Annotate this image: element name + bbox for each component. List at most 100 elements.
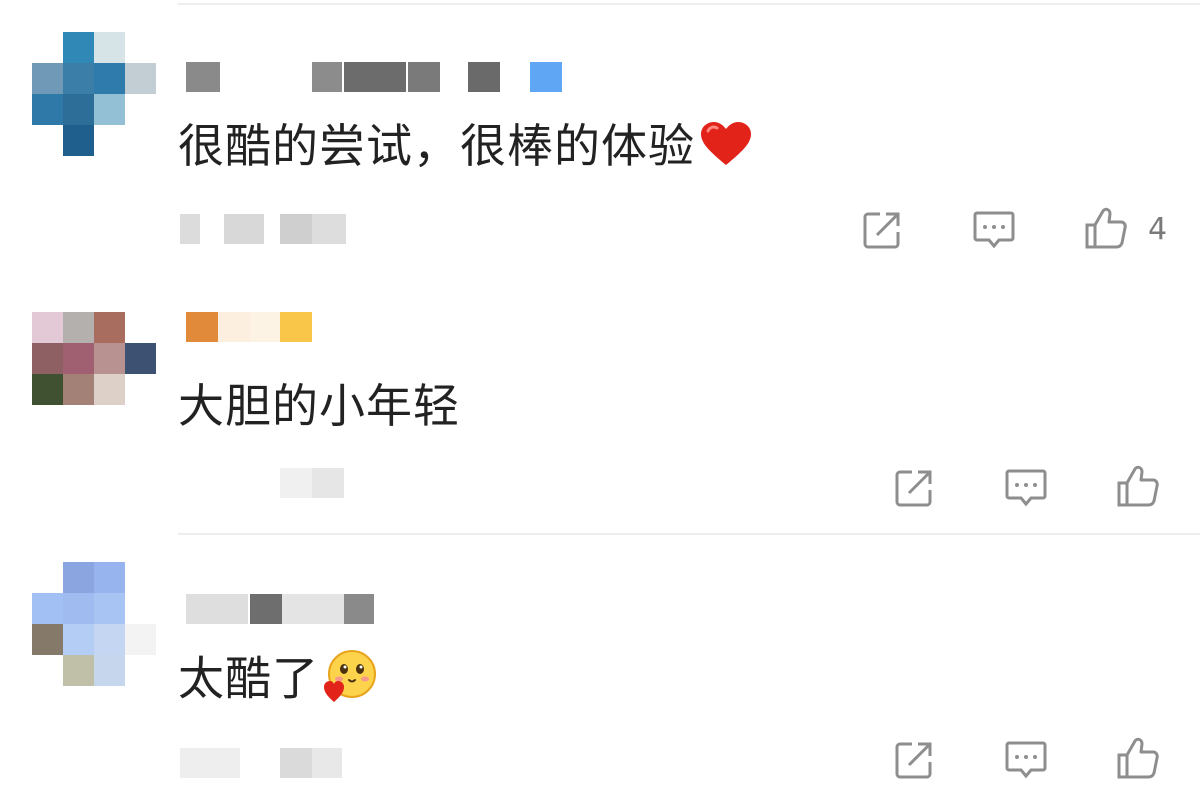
reply-button[interactable] bbox=[1002, 464, 1050, 512]
avatar-pixel bbox=[63, 94, 94, 125]
avatar-pixel bbox=[63, 562, 94, 593]
thumbs-up-icon bbox=[1085, 207, 1127, 249]
username-mosaic-block bbox=[530, 62, 562, 92]
avatar-pixel bbox=[32, 312, 63, 343]
reply-icon bbox=[1005, 741, 1047, 779]
avatar-pixel bbox=[32, 624, 63, 655]
username-mosaic-block bbox=[282, 594, 344, 624]
avatar-pixel bbox=[125, 312, 156, 343]
comment-divider bbox=[178, 533, 1200, 535]
avatar-pixel bbox=[94, 32, 125, 63]
avatar-pixel bbox=[32, 125, 63, 156]
username-mosaic-block bbox=[408, 62, 440, 92]
avatar-pixel bbox=[63, 374, 94, 405]
avatar[interactable] bbox=[32, 312, 156, 436]
blushing-face-emoji bbox=[323, 648, 379, 716]
timestamp-mosaic-block bbox=[280, 748, 312, 778]
username[interactable] bbox=[186, 312, 346, 342]
timestamp-mosaic-block bbox=[280, 468, 312, 498]
avatar-pixel bbox=[125, 624, 156, 655]
avatar-pixel bbox=[125, 562, 156, 593]
avatar-pixel bbox=[94, 63, 125, 94]
timestamp-mosaic-block bbox=[312, 468, 344, 498]
avatar-pixel bbox=[32, 562, 63, 593]
timestamp-mosaic-block bbox=[224, 214, 264, 244]
avatar-pixel bbox=[125, 655, 156, 686]
comment-text: 大胆的小年轻 bbox=[178, 378, 460, 434]
timestamp bbox=[180, 214, 360, 244]
timestamp bbox=[180, 748, 360, 778]
share-icon bbox=[863, 212, 900, 249]
avatar-pixel bbox=[63, 405, 94, 436]
username-mosaic-block bbox=[468, 62, 500, 92]
avatar-pixel bbox=[125, 593, 156, 624]
avatar-pixel bbox=[94, 655, 125, 686]
timestamp-mosaic-block bbox=[312, 748, 342, 778]
avatar-pixel bbox=[63, 624, 94, 655]
avatar-pixel bbox=[125, 343, 156, 374]
avatar-pixel bbox=[125, 374, 156, 405]
avatar-pixel bbox=[32, 343, 63, 374]
avatar[interactable] bbox=[32, 562, 156, 686]
avatar-pixel bbox=[32, 655, 63, 686]
timestamp bbox=[180, 468, 350, 498]
avatar-pixel bbox=[125, 94, 156, 125]
avatar-pixel bbox=[32, 593, 63, 624]
avatar-pixel bbox=[125, 405, 156, 436]
avatar-pixel bbox=[94, 343, 125, 374]
avatar-pixel bbox=[63, 32, 94, 63]
avatar-pixel bbox=[94, 312, 125, 343]
avatar-pixel bbox=[63, 312, 94, 343]
avatar-pixel bbox=[125, 63, 156, 94]
reply-icon bbox=[1005, 469, 1047, 507]
like-button[interactable] bbox=[1114, 734, 1162, 782]
avatar-pixel bbox=[94, 405, 125, 436]
avatar-pixel bbox=[32, 32, 63, 63]
thumbs-up-icon bbox=[1117, 465, 1159, 507]
comment-text-content: 太酷了 bbox=[178, 651, 319, 706]
share-button[interactable] bbox=[890, 736, 938, 784]
username-mosaic-block bbox=[280, 312, 312, 342]
timestamp-mosaic-block bbox=[280, 214, 312, 244]
username-mosaic-block bbox=[218, 312, 250, 342]
comment-text: 很酷的尝试，很棒的体验 bbox=[178, 118, 753, 179]
comment-item: 大胆的小年轻 bbox=[0, 270, 1200, 536]
avatar-pixel bbox=[94, 593, 125, 624]
comment-text: 太酷了 bbox=[178, 648, 379, 716]
avatar-pixel bbox=[94, 562, 125, 593]
comment-item: 很酷的尝试，很棒的体验 4 bbox=[0, 0, 1200, 270]
like-button[interactable] bbox=[1114, 462, 1162, 510]
heart-emoji bbox=[699, 121, 753, 179]
share-icon bbox=[895, 470, 932, 507]
avatar-pixel bbox=[94, 624, 125, 655]
share-button[interactable] bbox=[858, 206, 906, 254]
like-button[interactable] bbox=[1082, 204, 1130, 252]
username-mosaic-block bbox=[186, 594, 248, 624]
reply-icon bbox=[973, 211, 1015, 249]
avatar-pixel bbox=[32, 405, 63, 436]
timestamp-mosaic-block bbox=[312, 214, 346, 244]
comment-item: 太酷了 bbox=[0, 536, 1200, 801]
thumbs-up-icon bbox=[1117, 737, 1159, 779]
username[interactable] bbox=[186, 594, 386, 624]
avatar-pixel bbox=[63, 125, 94, 156]
username-mosaic-block bbox=[344, 594, 374, 624]
comment-text-content: 大胆的小年轻 bbox=[178, 379, 460, 433]
avatar[interactable] bbox=[32, 32, 156, 156]
timestamp-mosaic-block bbox=[180, 748, 240, 778]
comment-text-content: 很酷的尝试，很棒的体验 bbox=[178, 119, 695, 173]
avatar-pixel bbox=[125, 125, 156, 156]
avatar-pixel bbox=[63, 655, 94, 686]
share-button[interactable] bbox=[890, 464, 938, 512]
reply-button[interactable] bbox=[970, 206, 1018, 254]
avatar-pixel bbox=[32, 63, 63, 94]
avatar-pixel bbox=[63, 63, 94, 94]
avatar-pixel bbox=[94, 94, 125, 125]
username[interactable] bbox=[186, 62, 576, 92]
username-mosaic-block bbox=[186, 312, 218, 342]
share-icon bbox=[895, 742, 932, 779]
username-mosaic-block bbox=[312, 62, 342, 92]
reply-button[interactable] bbox=[1002, 736, 1050, 784]
username-mosaic-block bbox=[344, 62, 406, 92]
avatar-pixel bbox=[63, 593, 94, 624]
